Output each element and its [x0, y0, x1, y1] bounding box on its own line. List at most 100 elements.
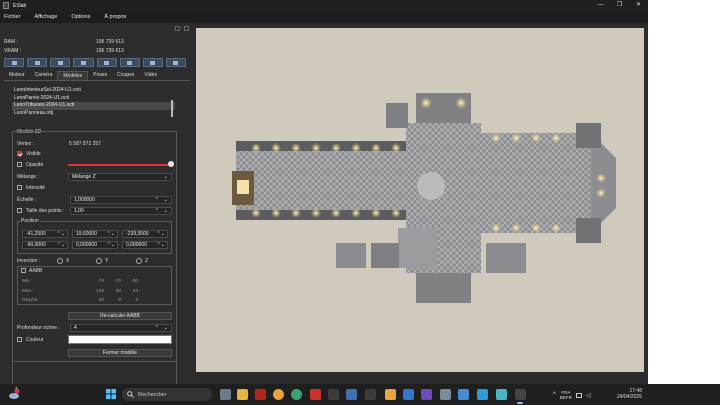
color-checkbox[interactable] — [17, 337, 22, 342]
language-indicator[interactable]: FRA BEFR — [560, 390, 572, 400]
maximize-button[interactable]: ❐ — [610, 0, 629, 11]
blend-select[interactable]: Mélange Z ⌄ — [68, 173, 172, 181]
toolbar-button-1[interactable] — [4, 58, 25, 67]
3d-viewport[interactable] — [196, 28, 644, 372]
tab-moteur[interactable]: Moteur — [4, 71, 30, 80]
invert-x-radio[interactable] — [57, 258, 63, 264]
toolbar-button-6[interactable] — [119, 58, 140, 67]
increment-icon[interactable]: ⌃ — [155, 208, 159, 214]
app-icon[interactable] — [421, 389, 432, 400]
toolbar-button-2[interactable] — [27, 58, 48, 67]
spin-icon[interactable]: ⌃⌄ — [157, 242, 165, 248]
list-item[interactable]: LeonTribunes-2024-U1.octi — [12, 102, 175, 110]
toolbar-button-5[interactable] — [96, 58, 117, 67]
outlook-icon[interactable] — [403, 389, 414, 400]
view-icon — [34, 60, 40, 65]
toolbar-button-7[interactable] — [142, 58, 163, 67]
list-item[interactable]: LeonPanneau.obj — [12, 110, 175, 118]
file-list-scrollbar[interactable] — [171, 100, 173, 117]
rotation-y-input[interactable]: 0,000000 ⌃⌄ — [72, 241, 118, 249]
toolbar-button-3[interactable] — [50, 58, 71, 67]
list-item[interactable]: LeonParvis-2024-U1.octi — [12, 95, 175, 103]
position-y-input[interactable]: 19,60000 ⌃⌄ — [72, 230, 118, 238]
app-icon[interactable] — [365, 389, 376, 400]
spin-icon[interactable]: ⌃⌄ — [107, 231, 115, 237]
toolbar-button-4[interactable] — [73, 58, 94, 67]
tab-divider — [4, 80, 190, 81]
increment-icon[interactable]: ⌃ — [155, 325, 159, 331]
tab-poses[interactable]: Poses — [88, 71, 112, 80]
list-item[interactable]: LeonInterieurSol-2024-U1.octi — [12, 87, 175, 95]
tab-video[interactable]: Vidéo — [139, 71, 162, 80]
decrement-icon[interactable]: ⌄ — [164, 325, 168, 331]
spin-icon[interactable]: ⌃⌄ — [107, 242, 115, 248]
invert-y-radio[interactable] — [96, 258, 102, 264]
inversion-label: Inversion : — [17, 258, 41, 264]
spin-icon[interactable]: ⌃⌄ — [157, 231, 165, 237]
windows-start-icon[interactable] — [106, 389, 116, 399]
scale-input[interactable]: 1,000000 ⌃ ⌄ — [70, 196, 172, 204]
taskbar-search[interactable]: Rechercher — [122, 388, 212, 401]
visible-checkbox[interactable] — [17, 151, 22, 156]
eslab-taskbar-icon[interactable] — [515, 389, 526, 400]
spin-icon[interactable]: ⌃⌄ — [57, 242, 65, 248]
app-icon[interactable] — [291, 389, 302, 400]
opacity-slider-handle[interactable] — [168, 161, 174, 167]
app-icon[interactable] — [458, 389, 469, 400]
chrome-icon[interactable] — [273, 389, 284, 400]
opacity-label: Opacité — [26, 162, 44, 168]
opacity-checkbox[interactable] — [17, 162, 22, 167]
pointsize-checkbox[interactable] — [17, 208, 22, 213]
recalc-aabb-button[interactable]: Re-calculer AABB — [68, 312, 172, 320]
position-z-input[interactable]: -239,9500 ⌃⌄ — [122, 230, 168, 238]
close-panel-icon[interactable] — [184, 26, 189, 31]
app-icon[interactable] — [496, 389, 507, 400]
aabb-checkbox[interactable] — [21, 268, 26, 273]
rotation-x-input[interactable]: -90,0000 ⌃⌄ — [22, 241, 68, 249]
tab-camera[interactable]: Caméra — [30, 71, 58, 80]
chevron-up-icon[interactable]: ^ — [553, 392, 556, 398]
decrement-icon[interactable]: ⌄ — [164, 197, 168, 203]
network-icon[interactable] — [575, 392, 582, 398]
intensity-label: Intensité — [26, 185, 45, 191]
menu-affichage[interactable]: Affichage — [35, 14, 58, 20]
search-app-icon[interactable] — [385, 389, 396, 400]
increment-icon[interactable]: ⌃ — [155, 197, 159, 203]
spin-icon[interactable]: ⌃⌄ — [57, 231, 65, 237]
app-icon[interactable] — [477, 389, 488, 400]
invert-z-radio[interactable] — [136, 258, 142, 264]
float-panel-icon[interactable] — [175, 26, 180, 31]
opacity-slider[interactable] — [68, 164, 172, 166]
close-button[interactable]: ✕ — [629, 0, 648, 11]
app-icon — [3, 2, 9, 9]
app-icon[interactable] — [328, 389, 339, 400]
file-explorer-icon[interactable] — [237, 389, 248, 400]
volume-icon[interactable]: ◁ — [586, 392, 591, 399]
weather-icon[interactable] — [8, 388, 20, 400]
task-view-icon[interactable] — [220, 389, 231, 400]
menu-options[interactable]: Options — [71, 14, 90, 20]
decrement-icon[interactable]: ⌄ — [164, 208, 168, 214]
menu-a-propos[interactable]: À propos — [104, 14, 126, 20]
pointsize-input[interactable]: 1,00 ⌃ ⌄ — [70, 207, 172, 215]
toolbar-button-8[interactable] — [165, 58, 186, 67]
aabb-center-x: 30 — [98, 298, 104, 303]
position-x-input[interactable]: -41,2500 ⌃⌄ — [22, 230, 68, 238]
vram-label: VRAM : — [4, 48, 22, 54]
intensity-checkbox[interactable] — [17, 185, 22, 190]
octree-depth-input[interactable]: 4 ⌃ ⌄ — [70, 324, 172, 332]
minimize-button[interactable]: — — [591, 0, 610, 11]
aabb-min-x: -76 — [97, 279, 104, 284]
tab-coupes[interactable]: Coupes — [112, 71, 139, 80]
acrobat-icon[interactable] — [310, 389, 321, 400]
model-file-list[interactable]: LeonInterieurSol-2024-U1.octi LeonParvis… — [12, 87, 175, 119]
clock[interactable]: 17:48 24/04/2025 — [610, 388, 642, 400]
app-icon[interactable] — [440, 389, 451, 400]
app-icon[interactable] — [346, 389, 357, 400]
close-model-button[interactable]: Fermer modèle — [68, 349, 172, 357]
color-swatch[interactable] — [68, 335, 172, 344]
filezilla-icon[interactable] — [255, 389, 266, 400]
menu-fichier[interactable]: Fichier — [4, 14, 21, 20]
tab-modeles[interactable]: Modèles — [57, 71, 89, 80]
rotation-z-input[interactable]: 0,000000 ⌃⌄ — [122, 241, 168, 249]
